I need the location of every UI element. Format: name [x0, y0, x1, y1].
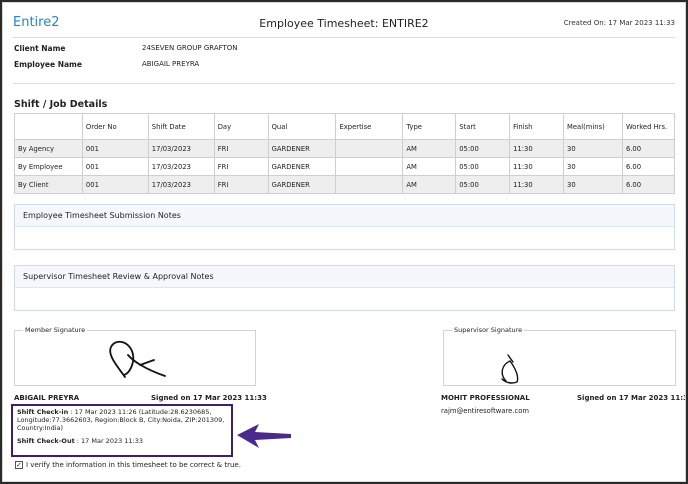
table-cell: 05:00: [455, 175, 511, 194]
review-notes-panel: Supervisor Timesheet Review & Approval N…: [14, 265, 675, 311]
column-header: Type: [402, 113, 457, 140]
table-cell: GARDENER: [267, 157, 337, 176]
table-cell: 6.00: [621, 157, 676, 176]
submission-notes-title: Employee Timesheet Submission Notes: [15, 205, 674, 227]
table-cell: 11:30: [509, 139, 564, 158]
table-cell: 17/03/2023: [147, 139, 215, 158]
verify-checkbox[interactable]: ✓: [15, 461, 23, 469]
timesheet-document: Entire2 Employee Timesheet: ENTIRE2 Crea…: [2, 2, 686, 482]
checkin-highlight-box: Shift Check-in : 17 Mar 2023 11:26 (Lati…: [11, 404, 233, 457]
checkmark-icon: ✓: [16, 461, 22, 469]
info-divider: [13, 83, 675, 84]
table-cell: 6.00: [621, 139, 676, 158]
table-row: By Agency 001 17/03/2023 FRI GARDENER AM…: [14, 139, 676, 158]
column-header: Start: [455, 113, 511, 140]
supervisor-signature-image: [501, 354, 519, 384]
table-cell: AM: [402, 139, 457, 158]
table-cell: AM: [402, 157, 457, 176]
table-cell: FRI: [213, 175, 269, 194]
verify-text: I verify the information in this timeshe…: [26, 461, 241, 469]
table-cell: 17/03/2023: [147, 157, 215, 176]
table-cell: 30: [563, 157, 623, 176]
header: Entire2 Employee Timesheet: ENTIRE2 Crea…: [13, 15, 675, 35]
review-notes-title: Supervisor Timesheet Review & Approval N…: [15, 266, 674, 288]
member-name: ABIGAIL PREYRA: [14, 394, 80, 402]
table-cell: AM: [402, 175, 457, 194]
table-cell: 30: [563, 175, 623, 194]
column-header: Qual: [267, 113, 337, 140]
client-label: Client Name: [14, 44, 66, 53]
supervisor-email[interactable]: rajm@entiresoftware.com: [441, 407, 529, 415]
checkin-line: Shift Check-in : 17 Mar 2023 11:26 (Lati…: [17, 408, 227, 432]
column-header: Finish: [509, 113, 564, 140]
table-cell: FRI: [213, 157, 269, 176]
table-cell: By Agency: [14, 139, 83, 158]
column-header: Order No: [81, 113, 149, 140]
checkout-label: Shift Check-Out: [17, 437, 75, 445]
created-date: Created On: 17 Mar 2023 11:33: [563, 19, 675, 27]
table-cell: GARDENER: [267, 139, 337, 158]
employee-value: ABIGAIL PREYRA: [142, 60, 200, 68]
checkout-details: : 17 Mar 2023 11:33: [76, 437, 144, 445]
table-cell: 11:30: [509, 157, 564, 176]
table-cell: By Client: [14, 175, 83, 194]
verify-row: ✓ I verify the information in this times…: [15, 461, 241, 469]
table-cell: 6.00: [621, 175, 676, 194]
supervisor-signature-label: Supervisor Signature: [452, 326, 525, 334]
column-header: Meal(mins): [563, 113, 623, 140]
table-cell: GARDENER: [267, 175, 337, 194]
shift-table: Order No Shift Date Day Qual Expertise T…: [14, 113, 676, 194]
table-cell: 05:00: [455, 157, 511, 176]
table-cell: 001: [81, 139, 149, 158]
table-cell: [335, 175, 404, 194]
table-cell: [335, 139, 404, 158]
column-header: Shift Date: [147, 113, 215, 140]
shift-table-header: Order No Shift Date Day Qual Expertise T…: [14, 113, 676, 140]
checkin-label: Shift Check-in: [17, 408, 69, 416]
table-cell: FRI: [213, 139, 269, 158]
column-header: [14, 113, 83, 140]
table-cell: 30: [563, 139, 623, 158]
table-row: By Client 001 17/03/2023 FRI GARDENER AM…: [14, 175, 676, 194]
column-header: Worked Hrs.: [621, 113, 676, 140]
member-signature-box: Member Signature: [14, 326, 256, 386]
table-cell: 001: [81, 157, 149, 176]
table-cell: 001: [81, 175, 149, 194]
table-cell: By Employee: [14, 157, 83, 176]
header-divider: [13, 37, 675, 38]
shift-section-title: Shift / Job Details: [14, 99, 108, 110]
employee-label: Employee Name: [14, 60, 82, 69]
column-header: Day: [213, 113, 269, 140]
column-header: Expertise: [335, 113, 404, 140]
submission-notes-panel: Employee Timesheet Submission Notes: [14, 204, 675, 250]
member-signature-label: Member Signature: [23, 326, 88, 334]
member-signed-date: Signed on 17 Mar 2023 11:33: [151, 394, 267, 402]
checkout-line: Shift Check-Out : 17 Mar 2023 11:33: [17, 437, 227, 445]
table-cell: [335, 157, 404, 176]
table-cell: 17/03/2023: [147, 175, 215, 194]
supervisor-signature-box: Supervisor Signature: [443, 326, 676, 386]
member-signature-image: [109, 340, 166, 378]
supervisor-signed-date: Signed on 17 Mar 2023 11:33: [577, 394, 686, 402]
pointer-arrow-icon: [237, 424, 291, 448]
table-cell: 05:00: [455, 139, 511, 158]
supervisor-name: MOHIT PROFESSIONAL: [441, 394, 530, 402]
table-cell: 11:30: [509, 175, 564, 194]
client-value: 24SEVEN GROUP GRAFTON: [142, 44, 238, 52]
table-row: By Employee 001 17/03/2023 FRI GARDENER …: [14, 157, 676, 176]
